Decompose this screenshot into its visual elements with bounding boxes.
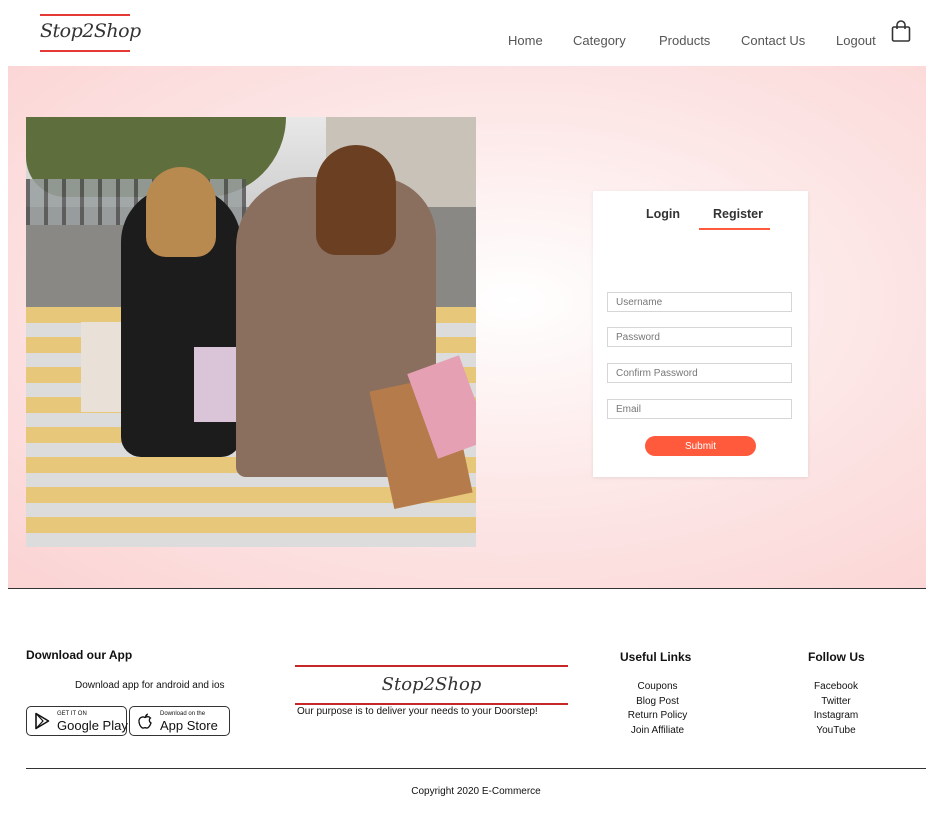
link-facebook[interactable]: Facebook (790, 680, 882, 695)
google-play-small-text: GET IT ON (57, 711, 87, 717)
download-app-text: Download app for android and ios (75, 680, 225, 691)
password-input[interactable] (607, 327, 792, 347)
nav-logout[interactable]: Logout (836, 33, 876, 48)
logo-top-bar (40, 14, 130, 16)
nav-products[interactable]: Products (659, 33, 710, 48)
useful-links-list: Coupons Blog Post Return Policy Join Aff… (610, 680, 705, 739)
tab-register[interactable]: Register (706, 207, 770, 221)
link-youtube[interactable]: YouTube (790, 724, 882, 739)
copyright-text: Copyright 2020 E-Commerce (411, 786, 541, 797)
social-links-list: Facebook Twitter Instagram YouTube (790, 680, 882, 739)
link-return-policy[interactable]: Return Policy (610, 709, 705, 724)
footer-tagline: Our purpose is to deliver your needs to … (297, 706, 538, 717)
email-input[interactable] (607, 399, 792, 419)
app-store-big-text: App Store (160, 718, 218, 733)
link-coupons[interactable]: Coupons (610, 680, 705, 695)
footer-logo: Stop2Shop (295, 665, 568, 705)
hero-divider (8, 588, 926, 589)
apple-icon (138, 713, 152, 729)
main-nav: Home Category Products Contact Us Logout (0, 33, 934, 51)
footer-logo-top-bar (295, 665, 568, 667)
footer-divider (26, 768, 926, 769)
google-play-big-text: Google Play (57, 718, 128, 733)
tab-login[interactable]: Login (641, 207, 685, 221)
nav-category[interactable]: Category (573, 33, 626, 48)
app-store-badge[interactable]: Download on the App Store (129, 706, 230, 736)
link-blog-post[interactable]: Blog Post (610, 695, 705, 710)
useful-links-heading: Useful Links (620, 650, 692, 664)
site-header: Stop2Shop Home Category Products Contact… (0, 0, 934, 66)
nav-contact-us[interactable]: Contact Us (741, 33, 805, 48)
app-store-small-text: Download on the (160, 711, 206, 717)
hero-photo (26, 117, 476, 547)
link-join-affiliate[interactable]: Join Affiliate (610, 724, 705, 739)
download-app-heading: Download our App (26, 648, 133, 662)
google-play-badge[interactable]: GET IT ON Google Play (26, 706, 128, 736)
link-instagram[interactable]: Instagram (790, 709, 882, 724)
follow-us-heading: Follow Us (808, 650, 865, 664)
footer-logo-bottom-bar (295, 703, 568, 705)
active-tab-indicator (699, 228, 770, 230)
google-play-icon (35, 712, 50, 730)
footer-logo-text: Stop2Shop (381, 674, 482, 695)
submit-button[interactable]: Submit (645, 436, 756, 456)
shopping-bag-icon[interactable] (891, 20, 911, 42)
nav-home[interactable]: Home (508, 33, 543, 48)
link-twitter[interactable]: Twitter (790, 695, 882, 710)
auth-card: Login Register Submit (593, 191, 808, 477)
confirm-password-input[interactable] (607, 363, 792, 383)
username-input[interactable] (607, 292, 792, 312)
